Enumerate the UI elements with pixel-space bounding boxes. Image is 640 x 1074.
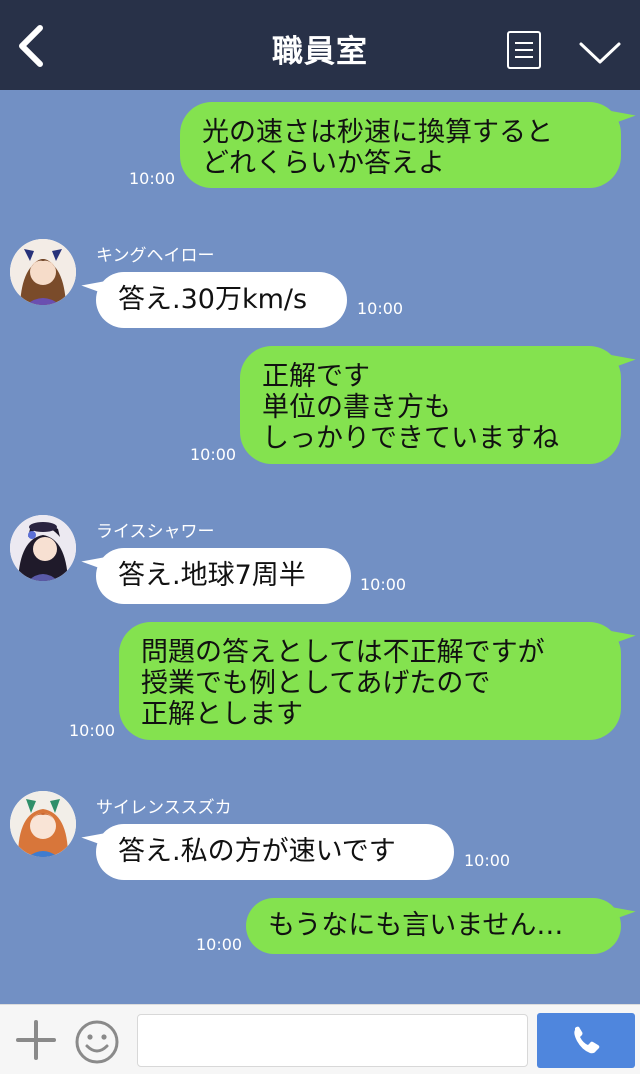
message-line: 問題の答えとしては不正解ですが (141, 637, 545, 668)
message-time: 10:00 (129, 169, 176, 188)
message-composer (0, 1004, 640, 1074)
sender-name: ライスシャワー (96, 522, 215, 542)
chat-title: 職員室 (272, 34, 368, 70)
their-message-bubble[interactable]: 答え.私の方が速いです (96, 824, 454, 880)
message-line: 正解です (262, 361, 370, 392)
sender-name: サイレンススズカ (96, 798, 232, 818)
message-time: 10:00 (190, 445, 237, 464)
sender-name: キングヘイロー (96, 246, 215, 266)
plus-icon[interactable] (15, 1019, 57, 1061)
chat-header: 職員室 (0, 0, 640, 90)
message-line: どれくらいか答えよ (202, 148, 445, 179)
my-message-bubble[interactable]: もうなにも言いません… (246, 898, 621, 954)
message-line: 正解とします (141, 699, 303, 730)
message-list[interactable]: 光の速さは秒速に換算すると どれくらいか答えよ 10:00 キングヘイロー 答え… (0, 90, 640, 1004)
their-message-bubble[interactable]: 答え.30万km/s (96, 272, 347, 328)
message-time: 10:00 (360, 575, 407, 594)
phone-icon (574, 1026, 600, 1054)
my-message-bubble[interactable]: 問題の答えとしては不正解ですが 授業でも例としてあげたので 正解とします (119, 622, 621, 740)
avatar-rice-shower[interactable] (10, 515, 76, 581)
chevron-down-icon[interactable] (578, 40, 622, 66)
message-time: 10:00 (69, 721, 116, 740)
their-message-bubble[interactable]: 答え.地球7周半 (96, 548, 351, 604)
call-button[interactable] (537, 1013, 635, 1068)
my-message-bubble[interactable]: 光の速さは秒速に換算すると どれくらいか答えよ (180, 102, 621, 188)
message-line: 単位の書き方も (262, 392, 451, 423)
message-line: 光の速さは秒速に換算すると (202, 117, 553, 148)
my-message-bubble[interactable]: 正解です 単位の書き方も しっかりできていますね (240, 346, 621, 464)
message-line: 答え.30万km/s (118, 284, 308, 315)
message-line: しっかりできていますね (262, 423, 559, 454)
message-line: 答え.私の方が速いです (118, 836, 396, 867)
emoji-icon[interactable] (74, 1019, 120, 1065)
message-line: 答え.地球7周半 (118, 560, 306, 591)
avatar-king-halo[interactable] (10, 239, 76, 305)
message-time: 10:00 (464, 851, 511, 870)
message-line: もうなにも言いません… (268, 910, 564, 941)
message-input[interactable] (137, 1014, 528, 1067)
message-time: 10:00 (196, 935, 243, 954)
avatar-silence-suzuka[interactable] (10, 791, 76, 857)
message-time: 10:00 (357, 299, 404, 318)
message-line: 授業でも例としてあげたので (141, 668, 491, 699)
menu-list-icon[interactable] (507, 31, 541, 69)
